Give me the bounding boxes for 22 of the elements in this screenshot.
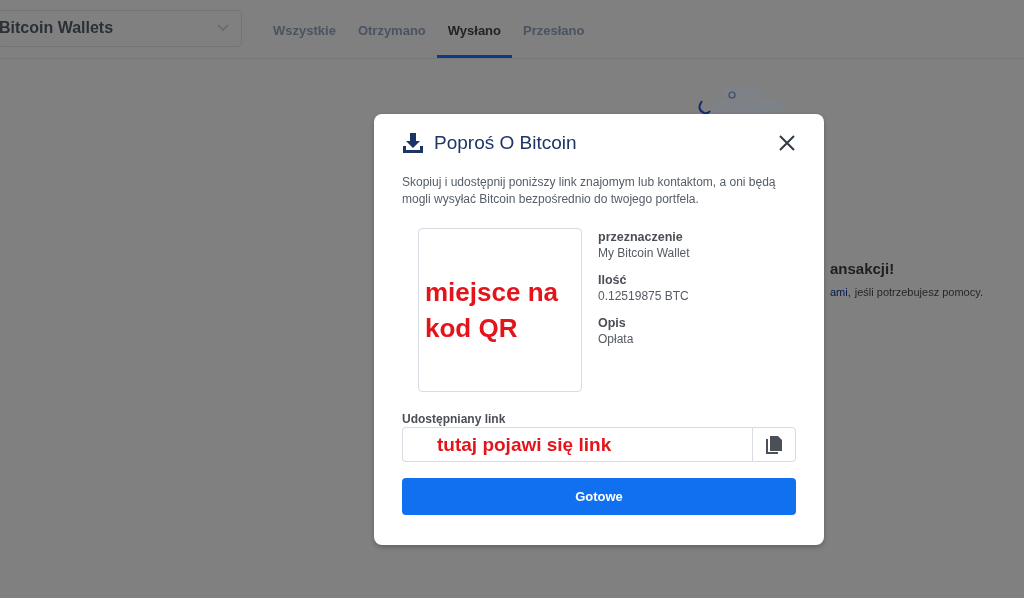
- wallet-dropdown[interactable]: Bitcoin Wallets: [0, 9, 242, 47]
- done-button[interactable]: Gotowe: [402, 478, 796, 515]
- dropdown-value: Bitcoin Wallets: [0, 19, 114, 37]
- link-label: Udostępniany link: [402, 412, 507, 426]
- download-icon: [402, 132, 424, 154]
- detail-label: Ilość: [598, 273, 628, 287]
- chevron-down-icon: [217, 24, 229, 32]
- qr-placeholder-text: miejsce na kod QR: [425, 276, 559, 345]
- empty-heading: ansakcji!: [830, 260, 896, 277]
- dialog-title: Poproś O Bitcoin: [434, 132, 578, 154]
- link-field[interactable]: tutaj pojawi się link: [402, 427, 752, 462]
- detail-value: Opłata: [598, 332, 635, 346]
- tab[interactable]: Wysłano: [436, 0, 512, 58]
- detail-label: przeznaczenie: [598, 230, 684, 244]
- dialog-description: Skopiuj i udostępnij poniższy link znajomym lub kontaktom, a oni będą mogli wysyłać Bitcoin bezpośrednio do twojego portfela.: [402, 174, 777, 208]
- detail-label: Opis: [598, 316, 627, 330]
- detail-value: 0.12519875 BTC: [598, 289, 690, 303]
- help-text: jeśli potrzebujesz pomocy.: [854, 286, 983, 298]
- close-icon[interactable]: [778, 134, 796, 152]
- detail-value: My Bitcoin Wallet: [598, 246, 690, 260]
- contact-link[interactable]: ami,: [830, 286, 851, 298]
- copy-icon[interactable]: [752, 427, 796, 462]
